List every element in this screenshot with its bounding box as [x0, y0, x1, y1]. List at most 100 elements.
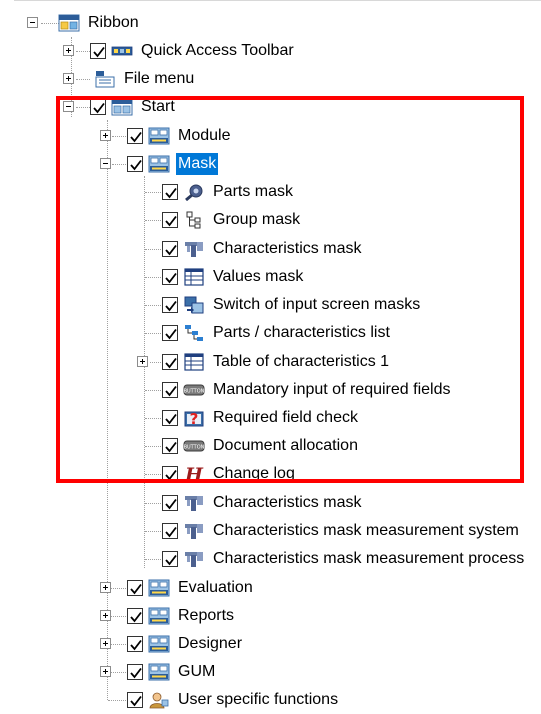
- checkbox[interactable]: [162, 354, 178, 370]
- button-icon: [183, 384, 205, 396]
- tree-node-start[interactable]: Start: [90, 93, 177, 121]
- parts-mask-icon: [185, 184, 203, 201]
- guide-line: [112, 136, 126, 137]
- checkbox[interactable]: [162, 382, 178, 398]
- tree-node-required-field-check[interactable]: ? Required field check: [162, 404, 360, 432]
- checkbox[interactable]: [162, 438, 178, 454]
- tree-node-label: Table of characteristics 1: [213, 353, 390, 370]
- expand-toggle-table-of-characteristics[interactable]: [137, 356, 148, 367]
- guide-line: [76, 107, 90, 108]
- collapse-toggle-mask[interactable]: [100, 158, 111, 169]
- tree-node-user-specific-functions[interactable]: User specific functions: [127, 686, 340, 714]
- checkbox[interactable]: [162, 551, 178, 567]
- table-grid-icon: [184, 353, 204, 371]
- tree-node-table-of-characteristics[interactable]: Table of characteristics 1: [162, 348, 391, 376]
- checkbox[interactable]: [127, 156, 143, 172]
- tree-node-label: Reports: [178, 607, 235, 624]
- table-grid-icon: [184, 268, 204, 286]
- checkbox[interactable]: [127, 608, 143, 624]
- checkbox[interactable]: [127, 580, 143, 596]
- tree-node-parts-mask[interactable]: Parts mask: [162, 178, 295, 206]
- guide-line: [145, 418, 161, 419]
- tree-node-ribbon[interactable]: Ribbon: [58, 9, 141, 37]
- guide-line: [145, 503, 161, 504]
- button-icon: [183, 440, 205, 452]
- list-tree-icon: [185, 325, 203, 341]
- collapse-toggle-start[interactable]: [63, 101, 74, 112]
- tree-node-values-mask[interactable]: Values mask: [162, 263, 305, 291]
- tree-node-characteristics-mask-2[interactable]: Characteristics mask: [162, 489, 363, 517]
- caliper-icon: [185, 552, 203, 567]
- user-functions-icon: [149, 692, 169, 709]
- guide-line: [145, 333, 161, 334]
- checkbox[interactable]: [90, 43, 106, 59]
- tree-node-designer[interactable]: Designer: [127, 630, 244, 658]
- expand-toggle-reports[interactable]: [100, 610, 111, 621]
- checkbox[interactable]: [162, 184, 178, 200]
- checkbox[interactable]: [162, 410, 178, 426]
- checkbox[interactable]: [162, 466, 178, 482]
- tree-node-label: File menu: [124, 70, 195, 87]
- checkbox[interactable]: [162, 241, 178, 257]
- guide-line: [145, 249, 161, 250]
- checkbox[interactable]: [162, 523, 178, 539]
- tree-node-label: Quick Access Toolbar: [141, 42, 294, 59]
- tree-node-mask[interactable]: Mask: [127, 150, 219, 178]
- checkbox[interactable]: [127, 128, 143, 144]
- tree-node-parts-characteristics-list[interactable]: Parts / characteristics list: [162, 319, 392, 347]
- caliper-icon: [185, 496, 203, 511]
- checkbox[interactable]: [162, 297, 178, 313]
- tree-node-label: Change log: [213, 465, 295, 482]
- tree-node-switch-input-masks[interactable]: Switch of input screen masks: [162, 291, 422, 319]
- tree-node-gum[interactable]: GUM: [127, 658, 217, 686]
- tree-node-change-log[interactable]: H Change log: [162, 460, 297, 488]
- tree-node-mandatory-input[interactable]: Mandatory input of required fields: [162, 376, 452, 404]
- tree-node-label: GUM: [178, 663, 216, 680]
- tree-node-group-mask[interactable]: Group mask: [162, 206, 302, 234]
- tree-node-evaluation[interactable]: Evaluation: [127, 574, 255, 602]
- tree-node-label: Required field check: [213, 409, 358, 426]
- tree-node-label: Module: [178, 127, 231, 144]
- checkbox[interactable]: [127, 636, 143, 652]
- guide-line: [76, 51, 90, 52]
- guide-line: [145, 531, 161, 532]
- tree-node-label: Mandatory input of required fields: [213, 381, 451, 398]
- tree-node-quick-access-toolbar[interactable]: Quick Access Toolbar: [90, 37, 296, 65]
- checkbox[interactable]: [127, 692, 143, 708]
- toolbar-icon: [148, 607, 170, 625]
- expand-toggle-gum[interactable]: [100, 666, 111, 677]
- checkbox[interactable]: [162, 212, 178, 228]
- tree-node-characteristics-mask[interactable]: Characteristics mask: [162, 235, 363, 263]
- checkbox[interactable]: [162, 495, 178, 511]
- switch-masks-icon: [184, 296, 204, 314]
- expand-toggle-evaluation[interactable]: [100, 582, 111, 593]
- tree-node-characteristics-mask-measurement-system[interactable]: Characteristics mask measurement system: [162, 517, 521, 545]
- guide-line: [145, 446, 161, 447]
- collapse-toggle-ribbon[interactable]: [27, 17, 38, 28]
- tree-node-document-allocation[interactable]: Document allocation: [162, 432, 360, 460]
- tree-node-module[interactable]: Module: [127, 122, 232, 150]
- expand-toggle-file-menu[interactable]: [63, 73, 74, 84]
- tree-node-reports[interactable]: Reports: [127, 602, 236, 630]
- checkbox[interactable]: [162, 325, 178, 341]
- tree-node-label: Parts / characteristics list: [213, 324, 390, 341]
- file-menu-icon: [95, 71, 115, 88]
- ribbon-tree-view: Ribbon Quick Access Toolbar File menu St…: [0, 0, 541, 709]
- expand-toggle-quick-access[interactable]: [63, 45, 74, 56]
- tree-node-label: Designer: [178, 635, 243, 652]
- tree-node-label-selected: Mask: [176, 153, 219, 175]
- checkbox[interactable]: [90, 99, 106, 115]
- checkbox[interactable]: [127, 664, 143, 680]
- expand-toggle-module[interactable]: [100, 130, 111, 141]
- guide-line: [145, 559, 161, 560]
- guide-line: [145, 192, 161, 193]
- guide-line: [76, 79, 90, 80]
- tree-node-file-menu[interactable]: File menu: [94, 65, 196, 93]
- expand-toggle-designer[interactable]: [100, 638, 111, 649]
- toolbar-strip-icon: [111, 46, 133, 56]
- checkbox[interactable]: [162, 269, 178, 285]
- question-check-icon: ?: [184, 410, 204, 427]
- toolbar-icon: [148, 127, 170, 145]
- guide-line: [144, 176, 145, 568]
- tree-node-characteristics-mask-measurement-process[interactable]: Characteristics mask measurement process: [162, 545, 526, 573]
